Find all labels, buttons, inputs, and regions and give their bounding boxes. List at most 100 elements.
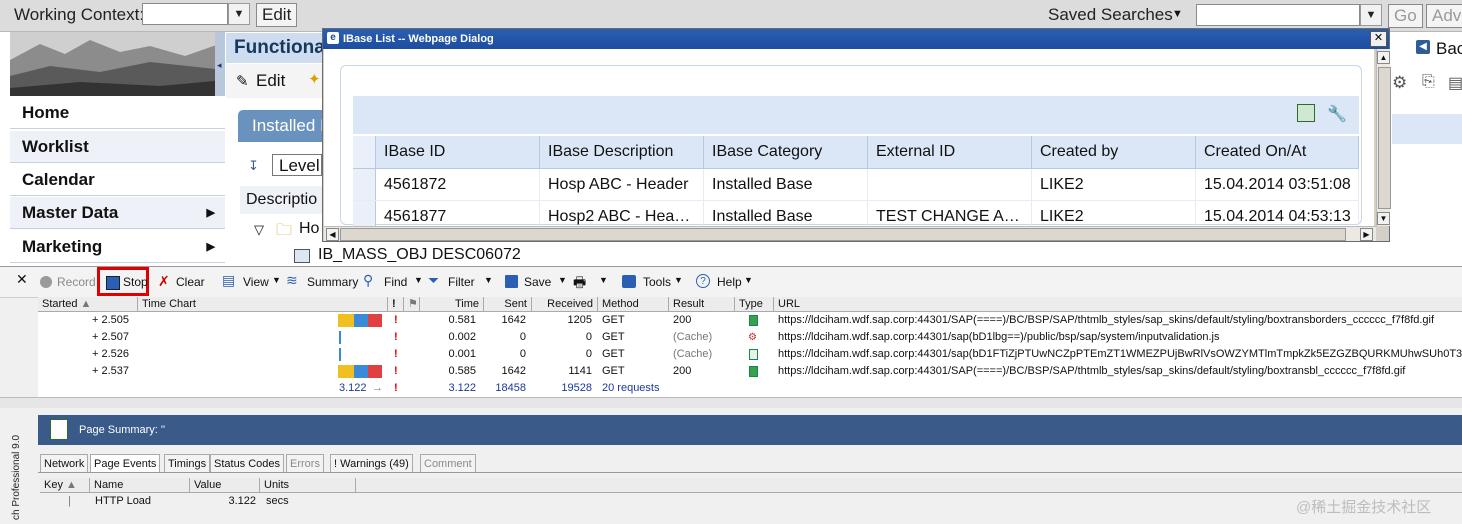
scroll-up-icon[interactable]: ▲ xyxy=(1377,51,1390,64)
dialog-title-bar[interactable]: e IBase List -- Webpage Dialog xyxy=(323,29,1389,49)
nav-item-marketing[interactable]: Marketing ▶ xyxy=(10,231,225,263)
tab-comment[interactable]: Comment xyxy=(420,454,476,472)
tab-warnings[interactable]: ! Warnings (49) xyxy=(330,454,413,472)
record-button[interactable]: Record xyxy=(57,275,96,289)
timing-bar-segment xyxy=(339,331,341,344)
gear-icon[interactable]: ⚙ xyxy=(1392,73,1407,93)
edit-context-button[interactable]: Edit xyxy=(256,3,298,27)
table-row[interactable]: 4561872 Hosp ABC - Header Installed Base… xyxy=(353,168,1359,201)
chevron-down-icon: ▼ xyxy=(599,275,608,285)
edit-button[interactable]: Edit xyxy=(256,71,285,91)
flag-icon[interactable]: ⚑ xyxy=(404,297,420,311)
working-context-input[interactable] xyxy=(142,3,228,25)
column-header-url[interactable]: URL xyxy=(774,297,1462,311)
nav-item-calendar[interactable]: Calendar xyxy=(10,164,225,196)
print-icon[interactable]: ▤ xyxy=(1448,73,1462,93)
scroll-left-icon[interactable]: ◀ xyxy=(326,228,339,241)
session-row[interactable]: + 2.526 ! 0.001 0 0 GET (Cache) https://… xyxy=(38,346,1462,363)
row-selector[interactable] xyxy=(353,168,376,201)
column-header[interactable]: Created by xyxy=(1031,136,1196,169)
go-button[interactable]: Go xyxy=(1388,4,1423,28)
advanced-search-button[interactable]: Adv xyxy=(1426,4,1462,28)
chevron-down-icon: ▼ xyxy=(484,275,493,285)
nav-item-home[interactable]: Home xyxy=(10,97,225,129)
sent-cell: 0 xyxy=(519,348,526,360)
scroll-thumb[interactable] xyxy=(340,228,1346,241)
back-button[interactable]: Bac xyxy=(1436,39,1462,59)
working-context-dropdown[interactable]: ▼ xyxy=(228,3,250,25)
saved-searches-menu[interactable]: Saved Searches xyxy=(1048,5,1173,25)
splitter[interactable] xyxy=(0,397,1462,408)
save-button[interactable]: Save xyxy=(524,275,551,289)
column-header-units[interactable]: Units xyxy=(260,478,356,492)
close-icon[interactable]: ✕ xyxy=(1370,31,1387,47)
column-header-value[interactable]: Value xyxy=(190,478,260,492)
column-header-received[interactable]: Received xyxy=(532,297,598,311)
ibase-id-link[interactable]: 4561872 xyxy=(375,168,540,201)
right-panel-header xyxy=(1392,114,1462,144)
arrow-right-icon: → xyxy=(372,382,383,394)
saved-search-dropdown[interactable]: ▼ xyxy=(1360,4,1382,26)
column-header-time[interactable]: Time xyxy=(420,297,484,311)
stop-button[interactable]: Stop xyxy=(123,275,148,289)
column-header-result[interactable]: Result xyxy=(669,297,735,311)
url-cell: https://ldciham.wdf.sap.corp:44301/sap(b… xyxy=(778,348,1462,360)
table-cell: Hosp ABC - Header xyxy=(539,168,704,201)
print-icon[interactable]: 🖶 xyxy=(573,272,586,296)
chart-total: 3.122 xyxy=(339,382,367,394)
dialog-vertical-scrollbar[interactable]: ▲ ▼ xyxy=(1376,49,1391,226)
view-menu[interactable]: View xyxy=(243,275,269,289)
column-header-method[interactable]: Method xyxy=(598,297,669,311)
session-row[interactable]: + 2.507 ! 0.002 0 0 GET (Cache) ⚙ https:… xyxy=(38,329,1462,346)
export-excel-icon[interactable] xyxy=(1297,104,1315,122)
tab-errors[interactable]: Errors xyxy=(286,454,324,472)
column-header[interactable]: IBase Category xyxy=(703,136,868,169)
nav-item-worklist[interactable]: Worklist xyxy=(10,131,225,163)
tree-collapse-icon[interactable]: ▽ xyxy=(254,222,264,238)
tab-network[interactable]: Network xyxy=(40,454,89,472)
scroll-right-icon[interactable]: ▶ xyxy=(1360,228,1373,241)
script-type-icon: ⚙ xyxy=(748,332,757,343)
column-header[interactable]: External ID xyxy=(867,136,1032,169)
svg-text:◂: ◂ xyxy=(217,61,222,71)
tools-menu[interactable]: Tools xyxy=(643,275,671,289)
column-header[interactable]: IBase Description xyxy=(539,136,704,169)
tree-node-label[interactable]: Ho xyxy=(299,220,319,238)
close-icon[interactable]: ✕ xyxy=(16,271,28,288)
nav-item-master-data[interactable]: Master Data ▶ xyxy=(10,197,225,229)
export-icon[interactable]: ⎘ xyxy=(1422,73,1435,91)
scroll-down-icon[interactable]: ▼ xyxy=(1377,212,1390,225)
tab-page-events[interactable]: Page Events xyxy=(90,454,161,472)
column-header-time-chart[interactable]: Time Chart xyxy=(138,297,388,311)
tab-installed-base[interactable]: Installed I xyxy=(238,110,328,142)
sort-up-icon: ▲ xyxy=(66,479,77,491)
column-header-warning[interactable]: ! xyxy=(388,297,404,311)
page-title: Functiona xyxy=(226,33,336,63)
filter-button[interactable]: Filter xyxy=(448,275,475,289)
session-row[interactable]: + 2.537 ! 0.585 1642 1141 GET 200 https:… xyxy=(38,363,1462,380)
event-value: 3.122 xyxy=(228,495,256,507)
find-button[interactable]: Find xyxy=(384,275,407,289)
scroll-thumb[interactable] xyxy=(1378,67,1391,209)
select-all-cell[interactable] xyxy=(353,136,376,169)
column-header-type[interactable]: Type xyxy=(735,297,774,311)
saved-search-input[interactable] xyxy=(1196,4,1360,26)
new-icon[interactable]: ✦ xyxy=(308,70,321,88)
column-header-name[interactable]: Name xyxy=(90,478,190,492)
column-header-started[interactable]: Started ▲ xyxy=(38,297,138,311)
column-header[interactable]: Created On/At xyxy=(1195,136,1359,169)
tab-timings[interactable]: Timings xyxy=(164,454,211,472)
help-menu[interactable]: Help xyxy=(717,275,742,289)
sort-icon[interactable]: ↧ xyxy=(248,158,259,174)
wrench-icon[interactable]: 🔧 xyxy=(1327,104,1347,124)
clear-button[interactable]: Clear xyxy=(176,275,205,289)
event-row[interactable]: | HTTP Load 3.122 secs xyxy=(40,495,1462,511)
level-field[interactable]: Level xyxy=(272,154,322,176)
column-header-key[interactable]: Key ▲ xyxy=(40,478,90,492)
dialog-horizontal-scrollbar[interactable]: ◀ ▶ xyxy=(324,226,1376,241)
column-header[interactable]: IBase ID xyxy=(375,136,540,169)
tab-status-codes[interactable]: Status Codes xyxy=(210,454,285,472)
column-header-sent[interactable]: Sent xyxy=(484,297,532,311)
session-row[interactable]: + 2.505 ! 0.581 1642 1205 GET 200 https:… xyxy=(38,312,1462,329)
summary-button[interactable]: Summary xyxy=(307,275,358,289)
